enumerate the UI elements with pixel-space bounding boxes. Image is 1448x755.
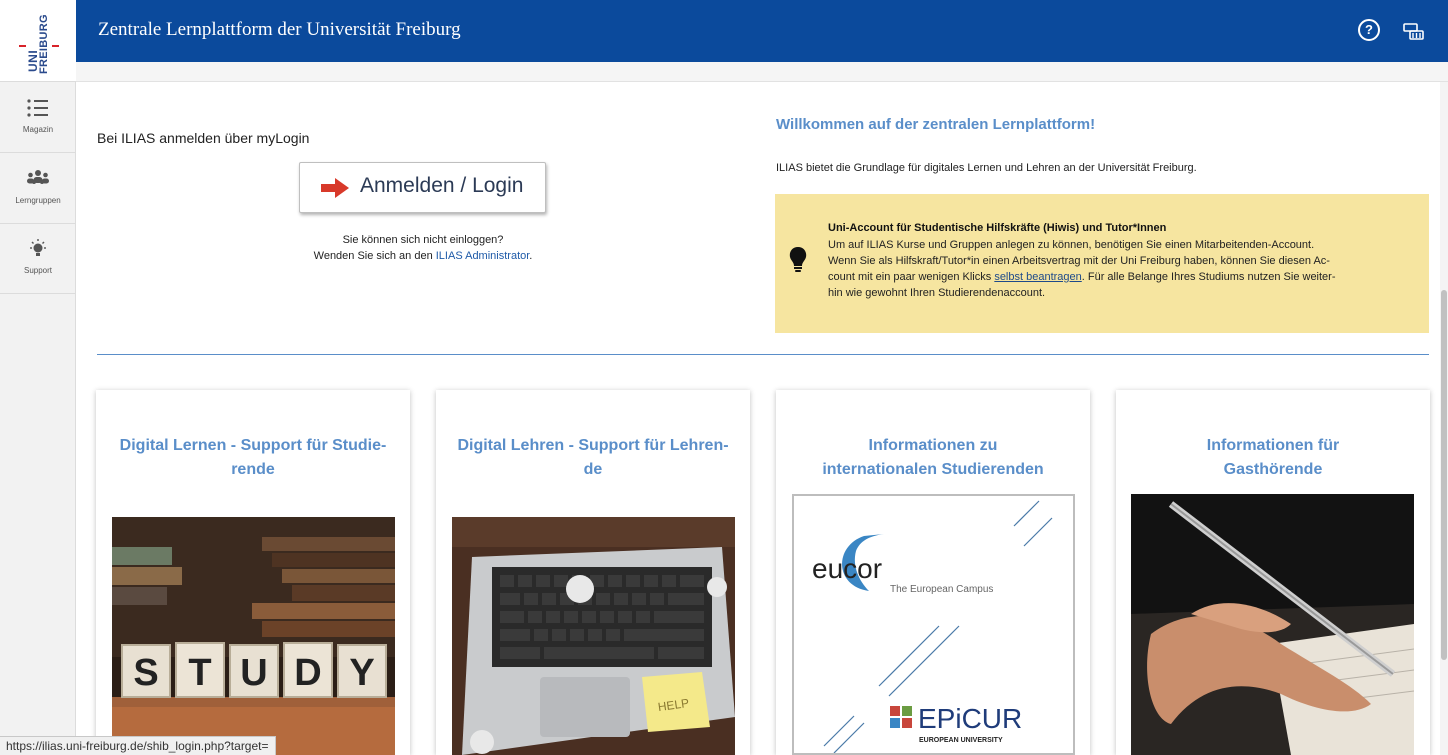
card-title: Informationen für Gasthörende	[1126, 434, 1420, 482]
sidebar-item-label: Lerngruppen	[15, 196, 61, 205]
list-icon	[27, 99, 48, 117]
top-header: Zentrale Lernplattform der Universität F…	[76, 0, 1448, 62]
notice-title: Uni-Account für Studentische Hilfskräfte…	[828, 222, 1167, 234]
sidebar-item-magazin[interactable]: Magazin	[0, 83, 76, 153]
card-title-line-1: Digital Lehren - Support für Lehren-	[457, 437, 729, 454]
sidebar-item-lerngruppen[interactable]: Lerngruppen	[0, 154, 76, 224]
study-image: S T U D Y	[112, 517, 395, 755]
login-label: Bei ILIAS anmelden über myLogin	[97, 130, 310, 146]
card-digital-lehren[interactable]: Digital Lehren - Support für Lehren- de …	[436, 390, 750, 755]
logo-red-mark-right	[52, 45, 59, 47]
card-title-line-2: de	[583, 461, 603, 478]
lightbulb-icon	[30, 239, 46, 256]
card-title: Digital Lehren - Support für Lehren- de	[446, 434, 740, 482]
notice-line-2: Wenn Sie als Hilfskraft/Tutor*in einen A…	[828, 255, 1330, 267]
notice-line-1: Um auf ILIAS Kurse und Gruppen anlegen z…	[828, 239, 1315, 251]
notice-line-4: hin wie gewohnt Ihren Studierendenaccoun…	[828, 287, 1046, 299]
login-button[interactable]: Anmelden / Login	[299, 162, 546, 213]
card-title-line-1: Informationen für	[1206, 437, 1340, 454]
breadcrumb-bar	[76, 62, 1448, 82]
laptop-image: HELP	[452, 517, 735, 755]
apply-link[interactable]: selbst beantragen	[994, 271, 1081, 283]
svg-text:S: S	[133, 652, 158, 694]
sidebar-item-label: Support	[23, 266, 53, 275]
help-icon[interactable]: ?	[1358, 19, 1380, 41]
notice-line-3-pre: count mit ein paar wenigen Klicks	[828, 271, 992, 283]
page-title: Zentrale Lernplattform der Universität F…	[98, 19, 461, 40]
notification-center-icon[interactable]	[1403, 20, 1425, 42]
card-title-line-1: Informationen zu	[868, 437, 998, 454]
contact-line: Wenden Sie sich an den ILIAS Administrat…	[273, 248, 573, 264]
login-help-text: Sie können sich nicht einloggen? Wenden …	[273, 232, 573, 264]
lightbulb-icon	[789, 247, 807, 272]
card-title-line-2: rende	[231, 461, 275, 478]
epicur-logo-icon	[890, 706, 912, 728]
notice-line-3-post: . Für alle Belange Ihres Studiums nutzen…	[1081, 271, 1336, 283]
group-icon	[27, 170, 49, 184]
login-button-label: Anmelden / Login	[360, 174, 524, 197]
scrollbar-thumb[interactable]	[1441, 290, 1447, 660]
card-title-line-2: internationalen Studierenden	[822, 461, 1044, 478]
contact-suffix: .	[529, 250, 533, 262]
cant-login-text: Sie können sich nicht einloggen?	[342, 234, 504, 246]
welcome-intro: ILIAS bietet die Grundlage für digitales…	[776, 162, 1197, 174]
svg-text:U: U	[240, 652, 267, 694]
eucor-subtitle: The European Campus	[890, 584, 993, 595]
eucor-text: eucor	[812, 553, 882, 584]
card-gasthoerende[interactable]: Informationen für Gasthörende	[1116, 390, 1430, 755]
card-title-line-1: Digital Lernen - Support für Studie-	[119, 437, 387, 454]
main-sidebar: UNI FREIBURG Magazin Lerngruppen Support	[0, 0, 76, 755]
svg-text:T: T	[188, 652, 211, 694]
card-international[interactable]: Informationen zu internationalen Studier…	[776, 390, 1090, 755]
admin-link[interactable]: ILIAS Administrator	[436, 250, 530, 262]
epicur-text: EPiCUR	[918, 703, 1022, 734]
notice-body: Um auf ILIAS Kurse und Gruppen anlegen z…	[828, 237, 1418, 301]
eucor-epicur-image: eucor The European Campus EPiCUR EUROPEA…	[792, 494, 1075, 755]
svg-text:Y: Y	[349, 652, 374, 694]
epicur-subtitle: EUROPEAN UNIVERSITY	[919, 737, 1003, 744]
notice-line-3: count mit ein paar wenigen Klicks selbst…	[828, 269, 1418, 285]
writing-hand-image	[1131, 494, 1414, 755]
section-divider	[97, 354, 1429, 355]
logo-freiburg-text: FREIBURG	[38, 14, 50, 74]
page-scrollbar[interactable]	[1440, 82, 1448, 755]
card-title: Informationen zu internationalen Studier…	[786, 434, 1080, 482]
welcome-heading: Willkommen auf der zentralen Lernplattfo…	[776, 116, 1096, 133]
svg-text:D: D	[294, 652, 321, 694]
card-title: Digital Lernen - Support für Studie- ren…	[106, 434, 400, 482]
contact-prefix: Wenden Sie sich an den	[313, 250, 433, 262]
status-url: https://ilias.uni-freiburg.de/shib_login…	[0, 736, 276, 755]
card-title-line-2: Gasthörende	[1223, 461, 1323, 478]
info-notice: Uni-Account für Studentische Hilfskräfte…	[775, 194, 1429, 333]
arrow-right-icon	[321, 178, 349, 198]
university-logo[interactable]: UNI FREIBURG	[0, 0, 76, 82]
sidebar-item-label: Magazin	[22, 125, 54, 134]
sidebar-item-support[interactable]: Support	[0, 224, 76, 294]
card-digital-lernen[interactable]: Digital Lernen - Support für Studie- ren…	[96, 390, 410, 755]
logo-red-mark-left	[19, 45, 26, 47]
